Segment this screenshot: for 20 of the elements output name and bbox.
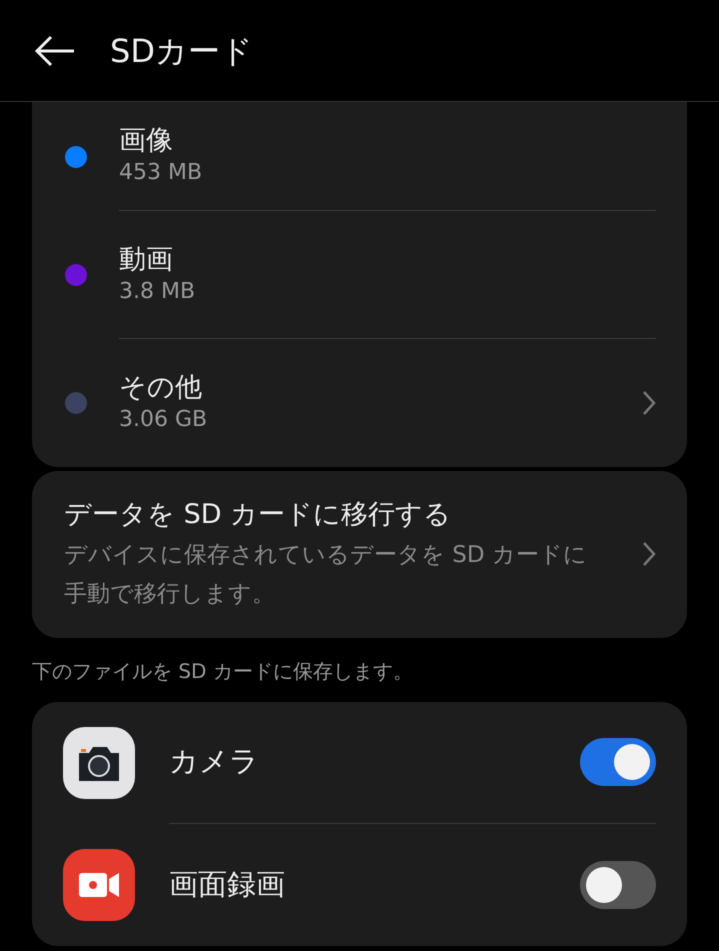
app-name: 画面録画 [169, 866, 286, 903]
migrate-data-item[interactable]: データを SD カードに移行する デバイスに保存されているデータを SD カードに手動で移行します。 [32, 471, 687, 638]
section-caption: 下のファイルを SD カードに保存します。 [32, 658, 414, 685]
category-size: 3.06 GB [119, 406, 208, 434]
category-name: その他 [119, 371, 203, 406]
toggle-switch[interactable] [580, 860, 656, 909]
toggle-switch[interactable] [580, 738, 656, 786]
item-description: デバイスに保存されているデータを SD カードに手動で移行します。 [64, 540, 588, 609]
category-size: 453 MB [119, 159, 204, 188]
back-arrow-icon[interactable] [34, 34, 76, 66]
item-title: データを SD カードに移行する [64, 498, 452, 532]
category-name: 動画 [119, 242, 174, 277]
screen-recorder-icon [63, 848, 135, 921]
storage-category-row[interactable]: その他 3.06 GB [32, 339, 687, 467]
camera-app-icon [63, 726, 135, 799]
category-size: 3.8 MB [119, 278, 196, 306]
page-title: SDカード [110, 30, 253, 72]
category-name: 画像 [119, 124, 174, 158]
app-name: カメラ [169, 743, 260, 780]
chevron-icon [642, 541, 656, 568]
